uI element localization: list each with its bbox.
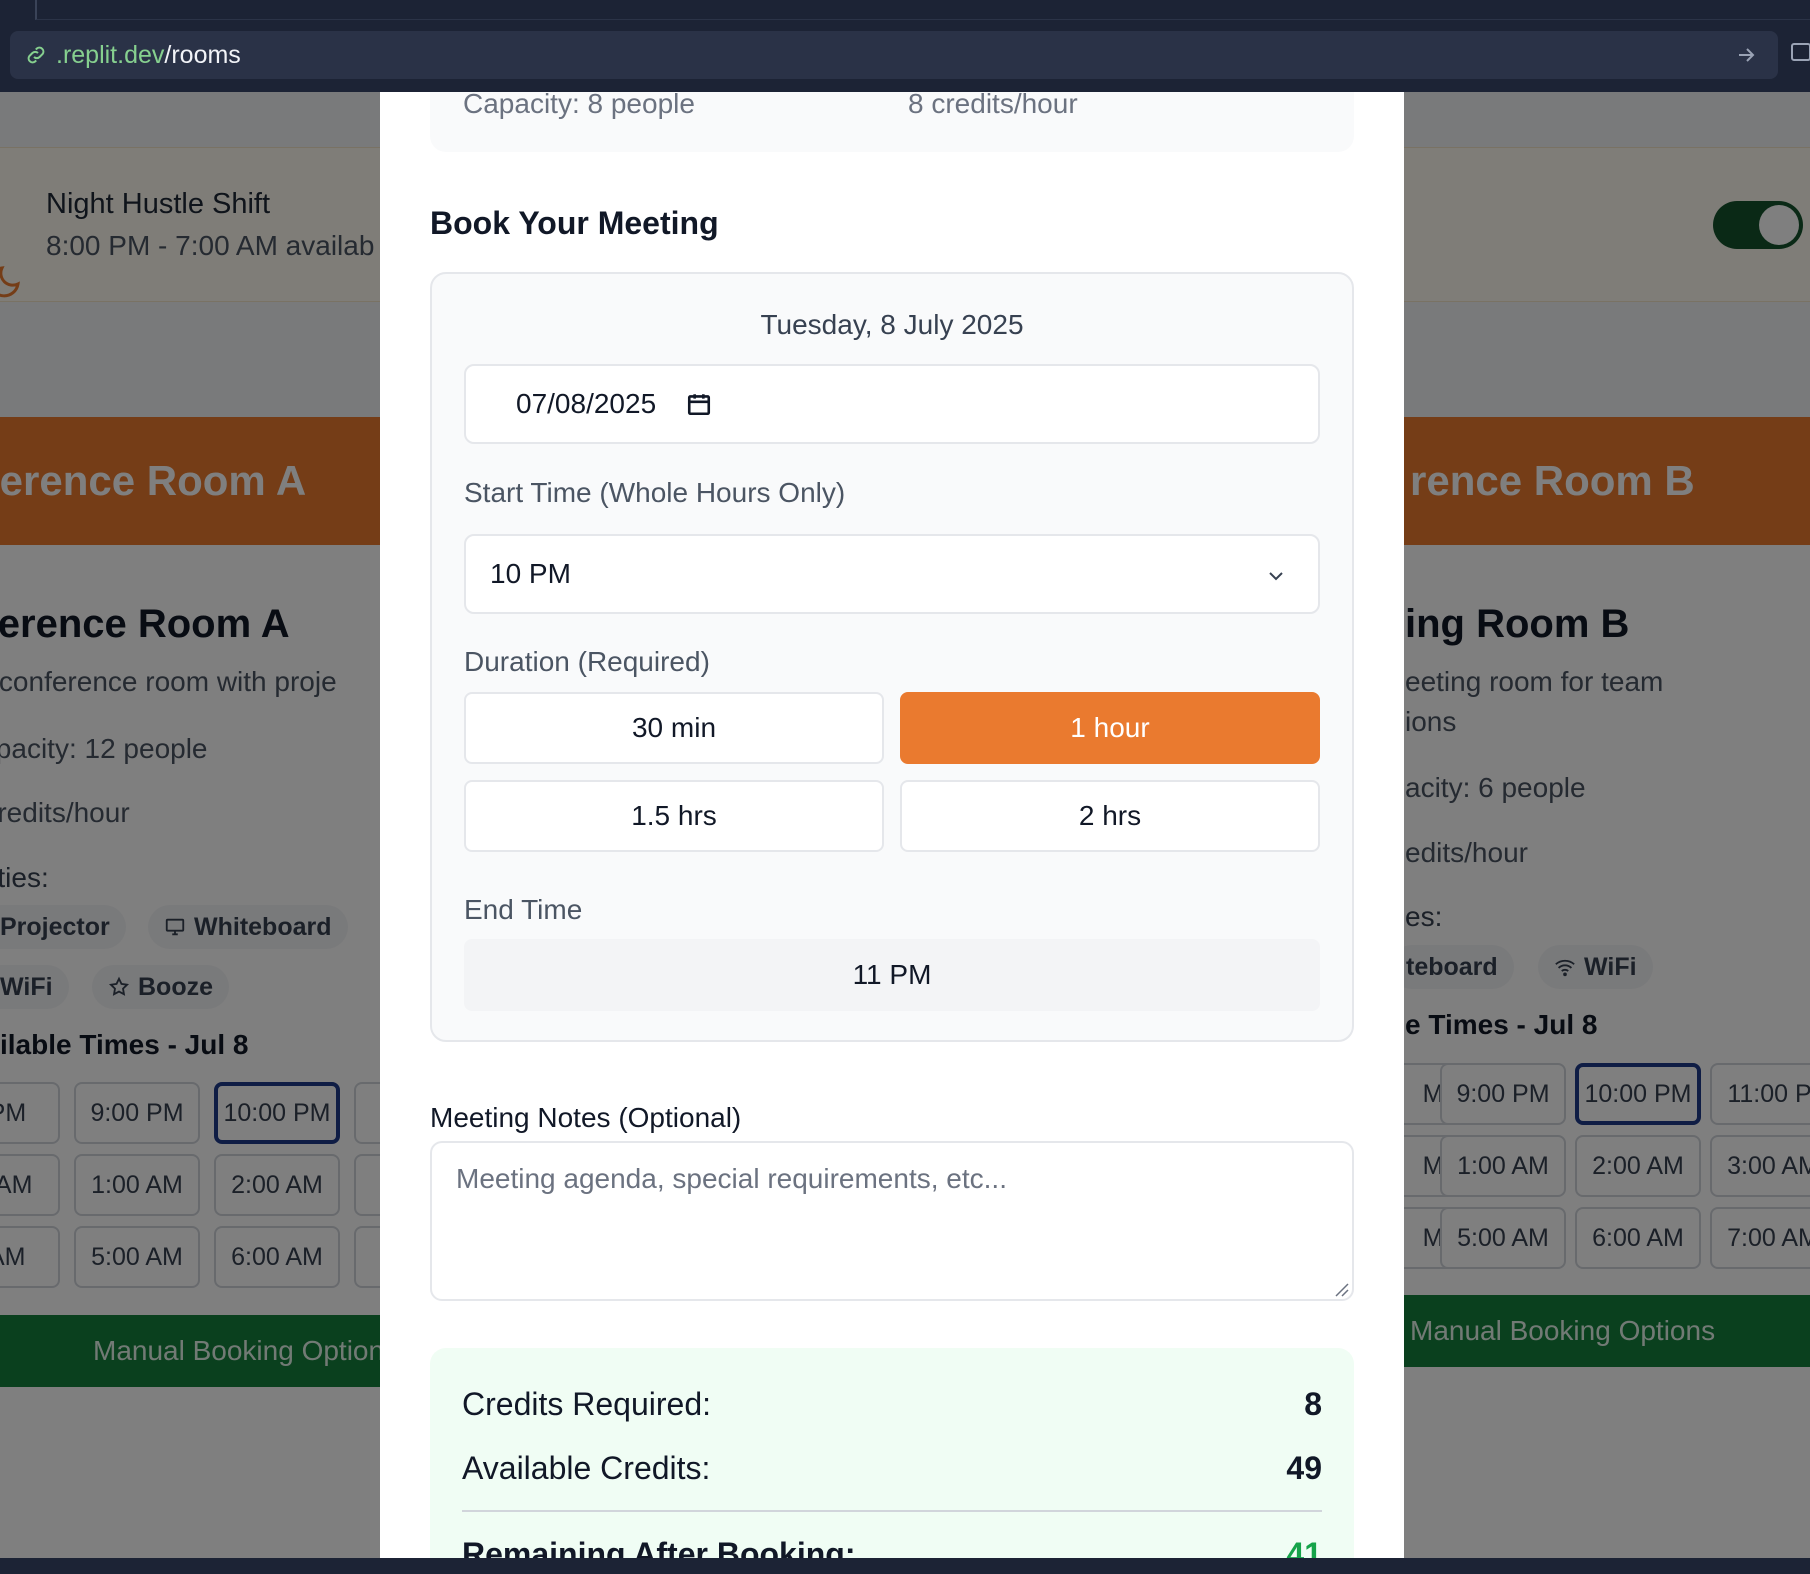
credits-summary: Credits Required: 8 Available Credits: 4…: [430, 1348, 1354, 1558]
duration-1hour-button[interactable]: 1 hour: [900, 692, 1320, 764]
url-host: .replit.dev: [56, 40, 165, 69]
room-credits-rate: 8 credits/hour: [908, 92, 1078, 119]
duration-2hrs-button[interactable]: 2 hrs: [900, 780, 1320, 852]
address-bar[interactable]: .replit.dev/rooms: [10, 31, 1778, 79]
tab-strip: [35, 0, 1810, 20]
summary-divider: [462, 1510, 1322, 1512]
booking-modal: Capacity: 8 people 8 credits/hour Book Y…: [380, 92, 1404, 1558]
browser-chrome: .replit.dev/rooms: [0, 0, 1810, 92]
available-credits-value: 49: [1286, 1450, 1322, 1486]
duration-label: Duration (Required): [464, 646, 710, 677]
browser-bottom-bar: [0, 1558, 1810, 1574]
device-icon[interactable]: [1788, 40, 1810, 70]
booking-panel: Tuesday, 8 July 2025 07/08/2025 Start Ti…: [430, 272, 1354, 1042]
credits-required-value: 8: [1304, 1386, 1322, 1422]
credits-required-row: Credits Required: 8: [462, 1386, 1322, 1423]
remaining-row: Remaining After Booking: 41: [462, 1536, 1322, 1558]
date-input[interactable]: 07/08/2025: [464, 364, 1320, 444]
start-time-value: 10 PM: [490, 558, 571, 589]
credits-required-label: Credits Required:: [462, 1386, 711, 1422]
start-time-label: Start Time (Whole Hours Only): [464, 477, 846, 508]
selected-date-display: Tuesday, 8 July 2025: [760, 309, 1024, 340]
resize-grip-icon[interactable]: [1332, 1280, 1350, 1298]
arrow-right-icon[interactable]: [1734, 43, 1758, 67]
room-capacity: Capacity: 8 people: [463, 92, 695, 119]
available-credits-label: Available Credits:: [462, 1450, 711, 1486]
duration-30min-button[interactable]: 30 min: [464, 692, 884, 764]
end-time-label: End Time: [464, 894, 583, 925]
date-input-value: 07/08/2025: [516, 388, 657, 419]
remaining-label: Remaining After Booking:: [462, 1536, 856, 1558]
available-credits-row: Available Credits: 49: [462, 1450, 1322, 1487]
duration-1-5hrs-button[interactable]: 1.5 hrs: [464, 780, 884, 852]
chevron-down-icon: [1269, 572, 1283, 581]
meeting-notes-textarea[interactable]: [430, 1141, 1354, 1301]
url-path: /rooms: [164, 40, 241, 69]
start-time-select[interactable]: 10 PM: [464, 534, 1320, 614]
link-icon: [27, 46, 45, 64]
remaining-value: 41: [1286, 1536, 1322, 1558]
calendar-icon[interactable]: [686, 391, 712, 417]
book-meeting-title: Book Your Meeting: [430, 205, 719, 241]
end-time-display: 11 PM: [464, 939, 1320, 1011]
meeting-notes-label: Meeting Notes (Optional): [430, 1102, 742, 1133]
